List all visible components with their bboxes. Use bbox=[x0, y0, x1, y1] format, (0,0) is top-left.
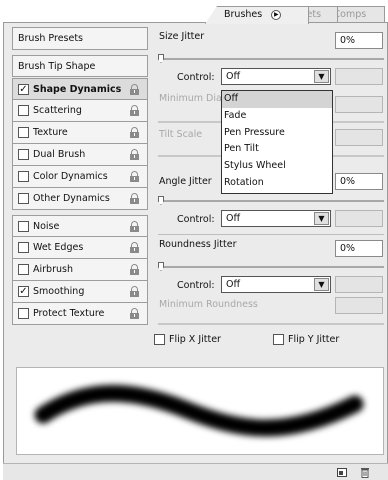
trash-icon[interactable] bbox=[359, 467, 371, 478]
dropdown-option-off[interactable]: Off bbox=[222, 91, 332, 108]
dropdown-option-pen-pressure[interactable]: Pen Pressure bbox=[222, 125, 332, 142]
lock-icon[interactable] bbox=[130, 193, 139, 204]
lock-icon[interactable] bbox=[130, 84, 139, 95]
flip-y-checkbox-box[interactable] bbox=[273, 334, 284, 345]
dropdown-option-stylus-wheel[interactable]: Stylus Wheel bbox=[222, 158, 332, 175]
sidebar-item-label: Smoothing bbox=[33, 286, 85, 297]
dropdown-option-fade[interactable]: Fade bbox=[222, 108, 332, 125]
chevron-down-icon[interactable]: ▼ bbox=[314, 278, 329, 291]
tilt-scale-label: Tilt Scale bbox=[159, 129, 203, 140]
roundness-control-select[interactable]: Off ▼ bbox=[221, 276, 331, 293]
angle-control-select[interactable]: Off ▼ bbox=[221, 210, 331, 227]
angle-control-disabled-field bbox=[335, 210, 383, 227]
brush-stroke-preview-image bbox=[34, 384, 364, 437]
roundness-control-disabled-field bbox=[335, 276, 383, 293]
sidebar-item-shape-dynamics[interactable]: ✓ Shape Dynamics bbox=[12, 78, 148, 100]
lock-icon[interactable] bbox=[130, 308, 139, 319]
airbrush-checkbox[interactable] bbox=[18, 264, 29, 275]
sidebar-item-label: Scattering bbox=[33, 105, 82, 116]
sidebar-item-texture[interactable]: Texture bbox=[12, 122, 148, 144]
dropdown-option-pen-tilt[interactable]: Pen Tilt bbox=[222, 141, 332, 158]
size-jitter-label: Size Jitter bbox=[159, 31, 205, 42]
roundness-jitter-slider-track[interactable] bbox=[158, 266, 384, 268]
lock-icon[interactable] bbox=[130, 221, 139, 232]
lock-icon[interactable] bbox=[130, 242, 139, 253]
flip-y-label: Flip Y Jitter bbox=[288, 334, 340, 345]
shape-dynamics-checkbox[interactable]: ✓ bbox=[18, 83, 29, 95]
sidebar-item-label: Texture bbox=[33, 127, 68, 138]
color-dynamics-checkbox[interactable] bbox=[18, 171, 29, 182]
flip-x-label: Flip X Jitter bbox=[169, 334, 221, 345]
sidebar-item-label: Other Dynamics bbox=[33, 193, 110, 204]
minimum-roundness-label: Minimum Roundness bbox=[159, 299, 258, 310]
flip-x-jitter-checkbox[interactable]: Flip X Jitter bbox=[154, 334, 221, 345]
sidebar-item-smoothing[interactable]: ✓ Smoothing bbox=[12, 281, 148, 303]
smoothing-checkbox[interactable]: ✓ bbox=[18, 286, 29, 297]
protect-texture-checkbox[interactable] bbox=[18, 308, 29, 319]
angle-control-label: Control: bbox=[177, 214, 215, 225]
angle-jitter-input[interactable]: 0% bbox=[335, 173, 383, 190]
noise-checkbox[interactable] bbox=[18, 220, 29, 232]
sidebar-item-airbrush[interactable]: Airbrush bbox=[12, 259, 148, 281]
lock-icon[interactable] bbox=[130, 171, 139, 182]
circle-arrow-icon[interactable]: ▶ bbox=[271, 9, 282, 20]
scattering-checkbox[interactable] bbox=[18, 105, 29, 116]
panel-bottom-bar bbox=[3, 463, 388, 480]
new-brush-icon[interactable] bbox=[336, 467, 348, 478]
sidebar-item-label: Protect Texture bbox=[33, 308, 105, 319]
sidebar-item-label: Color Dynamics bbox=[33, 171, 108, 182]
size-control-select[interactable]: Off ▼ bbox=[221, 68, 331, 85]
lock-icon[interactable] bbox=[130, 264, 139, 275]
minimum-diameter-input bbox=[335, 96, 383, 113]
minimum-roundness-slider bbox=[158, 323, 384, 325]
sidebar-item-label: Airbrush bbox=[33, 264, 73, 275]
wet-edges-checkbox[interactable] bbox=[18, 242, 29, 253]
brush-settings-list: Brush Presets Brush Tip Shape ✓ Shape Dyn… bbox=[12, 27, 148, 355]
section-divider bbox=[158, 234, 384, 235]
size-control-label: Control: bbox=[177, 72, 215, 83]
brush-stroke-preview bbox=[16, 367, 384, 455]
roundness-control-label: Control: bbox=[177, 280, 215, 291]
sidebar-item-label: Dual Brush bbox=[33, 149, 86, 160]
sidebar-item-label: Shape Dynamics bbox=[33, 83, 122, 95]
sidebar-item-color-dynamics[interactable]: Color Dynamics bbox=[12, 166, 148, 188]
sidebar-item-label: Noise bbox=[33, 220, 60, 232]
size-jitter-slider-track[interactable] bbox=[158, 58, 384, 60]
control-dropdown-list[interactable]: Off Fade Pen Pressure Pen Tilt Stylus Wheel R… bbox=[221, 90, 333, 194]
sidebar-item-brush-presets[interactable]: Brush Presets bbox=[12, 27, 148, 50]
roundness-jitter-label: Roundness Jitter bbox=[159, 239, 237, 250]
sidebar-item-dual-brush[interactable]: Dual Brush bbox=[12, 144, 148, 166]
angle-jitter-label: Angle Jitter bbox=[159, 176, 212, 187]
roundness-jitter-input[interactable]: 0% bbox=[335, 240, 383, 257]
dual-brush-checkbox[interactable] bbox=[18, 149, 29, 160]
tilt-scale-input bbox=[335, 129, 383, 146]
size-jitter-input[interactable]: 0% bbox=[335, 32, 383, 49]
lock-icon[interactable] bbox=[130, 105, 139, 116]
chevron-down-icon[interactable]: ▼ bbox=[314, 70, 329, 83]
sidebar-item-wet-edges[interactable]: Wet Edges bbox=[12, 237, 148, 259]
angle-jitter-slider-track[interactable] bbox=[158, 200, 384, 202]
flip-x-checkbox-box[interactable] bbox=[154, 334, 165, 345]
tab-brushes[interactable]: Brushes ▶ bbox=[205, 6, 309, 24]
sidebar-item-label: Wet Edges bbox=[33, 242, 84, 253]
minimum-roundness-input bbox=[335, 297, 383, 314]
lock-icon[interactable] bbox=[130, 127, 139, 138]
sidebar-item-noise[interactable]: Noise bbox=[12, 215, 148, 237]
sidebar-item-protect-texture[interactable]: Protect Texture bbox=[12, 303, 148, 325]
size-control-disabled-field bbox=[335, 68, 383, 85]
other-dynamics-checkbox[interactable] bbox=[18, 193, 29, 204]
texture-checkbox[interactable] bbox=[18, 127, 29, 138]
lock-icon[interactable] bbox=[130, 286, 139, 297]
minimum-diameter-label: Minimum Dia bbox=[159, 93, 222, 104]
chevron-down-icon[interactable]: ▼ bbox=[314, 212, 329, 225]
sidebar-item-other-dynamics[interactable]: Other Dynamics bbox=[12, 188, 148, 210]
lock-icon[interactable] bbox=[130, 149, 139, 160]
dropdown-option-rotation[interactable]: Rotation bbox=[222, 175, 332, 192]
panel-tab-strip: Layer Comps Tool Presets Brushes ▶ bbox=[0, 0, 388, 24]
sidebar-item-scattering[interactable]: Scattering bbox=[12, 100, 148, 122]
sidebar-item-brush-tip-shape[interactable]: Brush Tip Shape bbox=[12, 55, 148, 77]
flip-y-jitter-checkbox[interactable]: Flip Y Jitter bbox=[273, 334, 339, 345]
